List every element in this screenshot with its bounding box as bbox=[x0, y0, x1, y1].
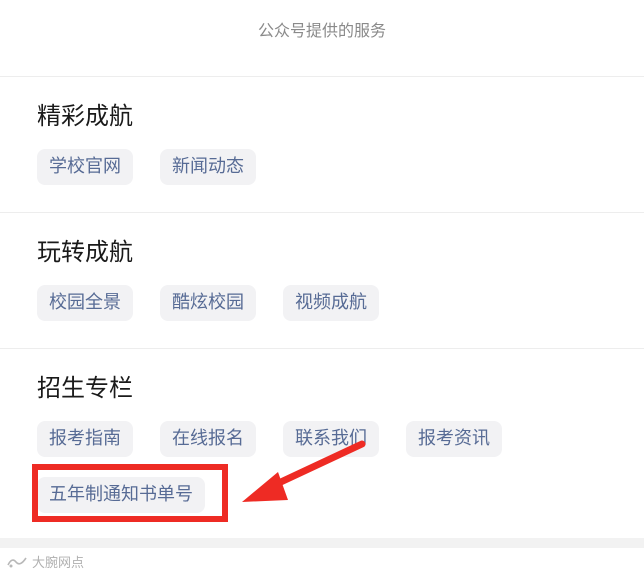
menu-item-news[interactable]: 新闻动态 bbox=[160, 149, 256, 185]
section-title: 玩转成航 bbox=[37, 238, 133, 266]
highlight-box bbox=[32, 464, 228, 522]
services-header: 公众号提供的服务 bbox=[0, 0, 644, 77]
menu-item-application-info[interactable]: 报考资讯 bbox=[406, 421, 502, 457]
section-wanzhuan: 玩转成航 校园全景 酷炫校园 视频成航 bbox=[0, 213, 644, 349]
arrow-pointer-icon bbox=[242, 440, 366, 502]
menu-item-school-website[interactable]: 学校官网 bbox=[37, 149, 133, 185]
bottom-divider bbox=[0, 538, 644, 548]
menu-item-video[interactable]: 视频成航 bbox=[283, 285, 379, 321]
section-title: 招生专栏 bbox=[37, 374, 133, 402]
watermark: 大腕网点 bbox=[6, 552, 84, 571]
section-title: 精彩成航 bbox=[37, 102, 133, 130]
menu-item-application-guide[interactable]: 报考指南 bbox=[37, 421, 133, 457]
watermark-logo-icon bbox=[7, 557, 27, 567]
menu-item-campus-panorama[interactable]: 校园全景 bbox=[37, 285, 133, 321]
header-title: 公众号提供的服务 bbox=[257, 21, 386, 40]
section-jingcai: 精彩成航 学校官网 新闻动态 bbox=[0, 77, 644, 213]
watermark-text: 大腕网点 bbox=[32, 556, 85, 571]
menu-item-cool-campus[interactable]: 酷炫校园 bbox=[160, 285, 256, 321]
